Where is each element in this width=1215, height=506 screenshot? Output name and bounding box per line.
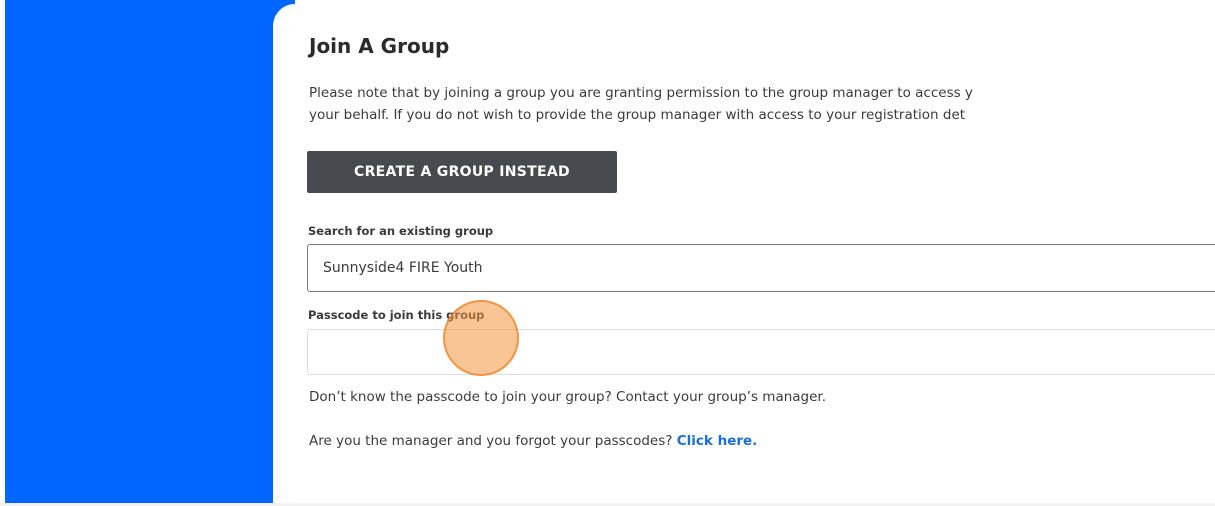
- search-group-label: Search for an existing group: [308, 224, 494, 238]
- search-group-input[interactable]: [307, 244, 1215, 292]
- page-title: Join A Group: [309, 34, 450, 58]
- permission-notice: Please note that by joining a group you …: [309, 82, 1215, 126]
- click-here-link[interactable]: Click here.: [677, 433, 758, 449]
- join-group-card: Join A Group Please note that by joining…: [273, 4, 1215, 503]
- notice-line-2: your behalf. If you do not wish to provi…: [309, 107, 966, 123]
- passcode-label: Passcode to join this group: [308, 308, 485, 322]
- forgot-passcode-text: Are you the manager and you forgot your …: [309, 433, 757, 449]
- forgot-passcode-question: Are you the manager and you forgot your …: [309, 433, 673, 449]
- passcode-help-text: Don’t know the passcode to join your gro…: [309, 389, 827, 405]
- create-group-button[interactable]: CREATE A GROUP INSTEAD: [307, 151, 617, 193]
- notice-line-1: Please note that by joining a group you …: [309, 85, 973, 101]
- side-panel: [5, 0, 295, 506]
- screen: Join A Group Please note that by joining…: [0, 0, 1215, 506]
- passcode-input[interactable]: [307, 329, 1215, 375]
